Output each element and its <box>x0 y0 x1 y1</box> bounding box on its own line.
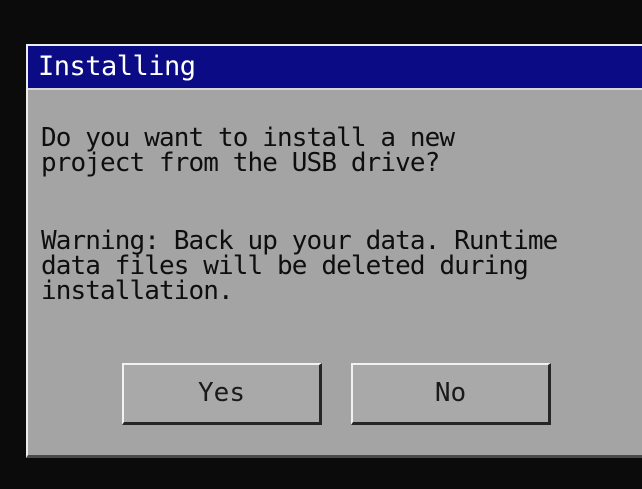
install-warning: Warning: Back up your data. Runtime data… <box>41 228 558 306</box>
no-button[interactable]: No <box>351 363 551 425</box>
install-question: Do you want to install a new project fro… <box>41 125 455 178</box>
dialog-title: Installing <box>38 51 196 82</box>
install-dialog: Installing Do you want to install a new … <box>26 44 642 458</box>
install-question-line-2: project from the USB drive? <box>41 148 440 178</box>
install-warning-line-3: installation. <box>41 276 234 306</box>
dialog-title-bar: Installing <box>28 46 642 90</box>
hmi-screen: Installing Do you want to install a new … <box>0 0 642 489</box>
yes-button[interactable]: Yes <box>122 363 322 425</box>
